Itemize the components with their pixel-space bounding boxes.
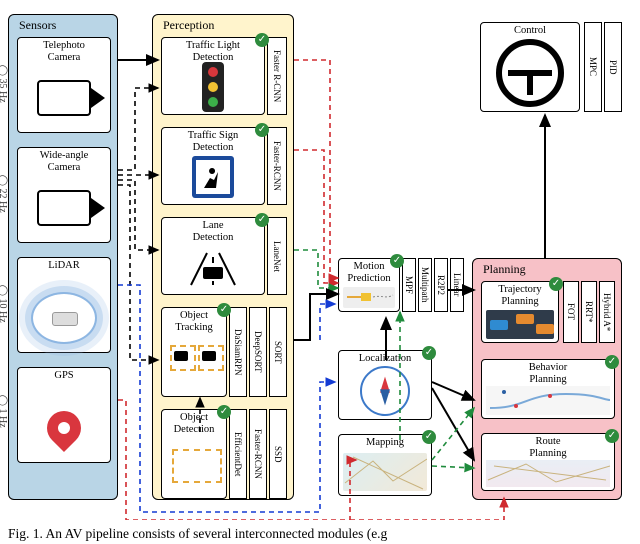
check-icon: ✓ xyxy=(390,254,404,268)
figure-caption: Fig. 1. An AV pipeline consists of sever… xyxy=(8,526,387,542)
check-icon: ✓ xyxy=(422,346,436,360)
check-icon: ✓ xyxy=(217,303,231,317)
check-icon: ✓ xyxy=(255,213,269,227)
check-icon: ✓ xyxy=(255,123,269,137)
check-icon: ✓ xyxy=(549,277,563,291)
check-icon: ✓ xyxy=(605,355,619,369)
check-icon: ✓ xyxy=(605,429,619,443)
check-icon: ✓ xyxy=(255,33,269,47)
check-icon: ✓ xyxy=(422,430,436,444)
check-icon: ✓ xyxy=(217,405,231,419)
